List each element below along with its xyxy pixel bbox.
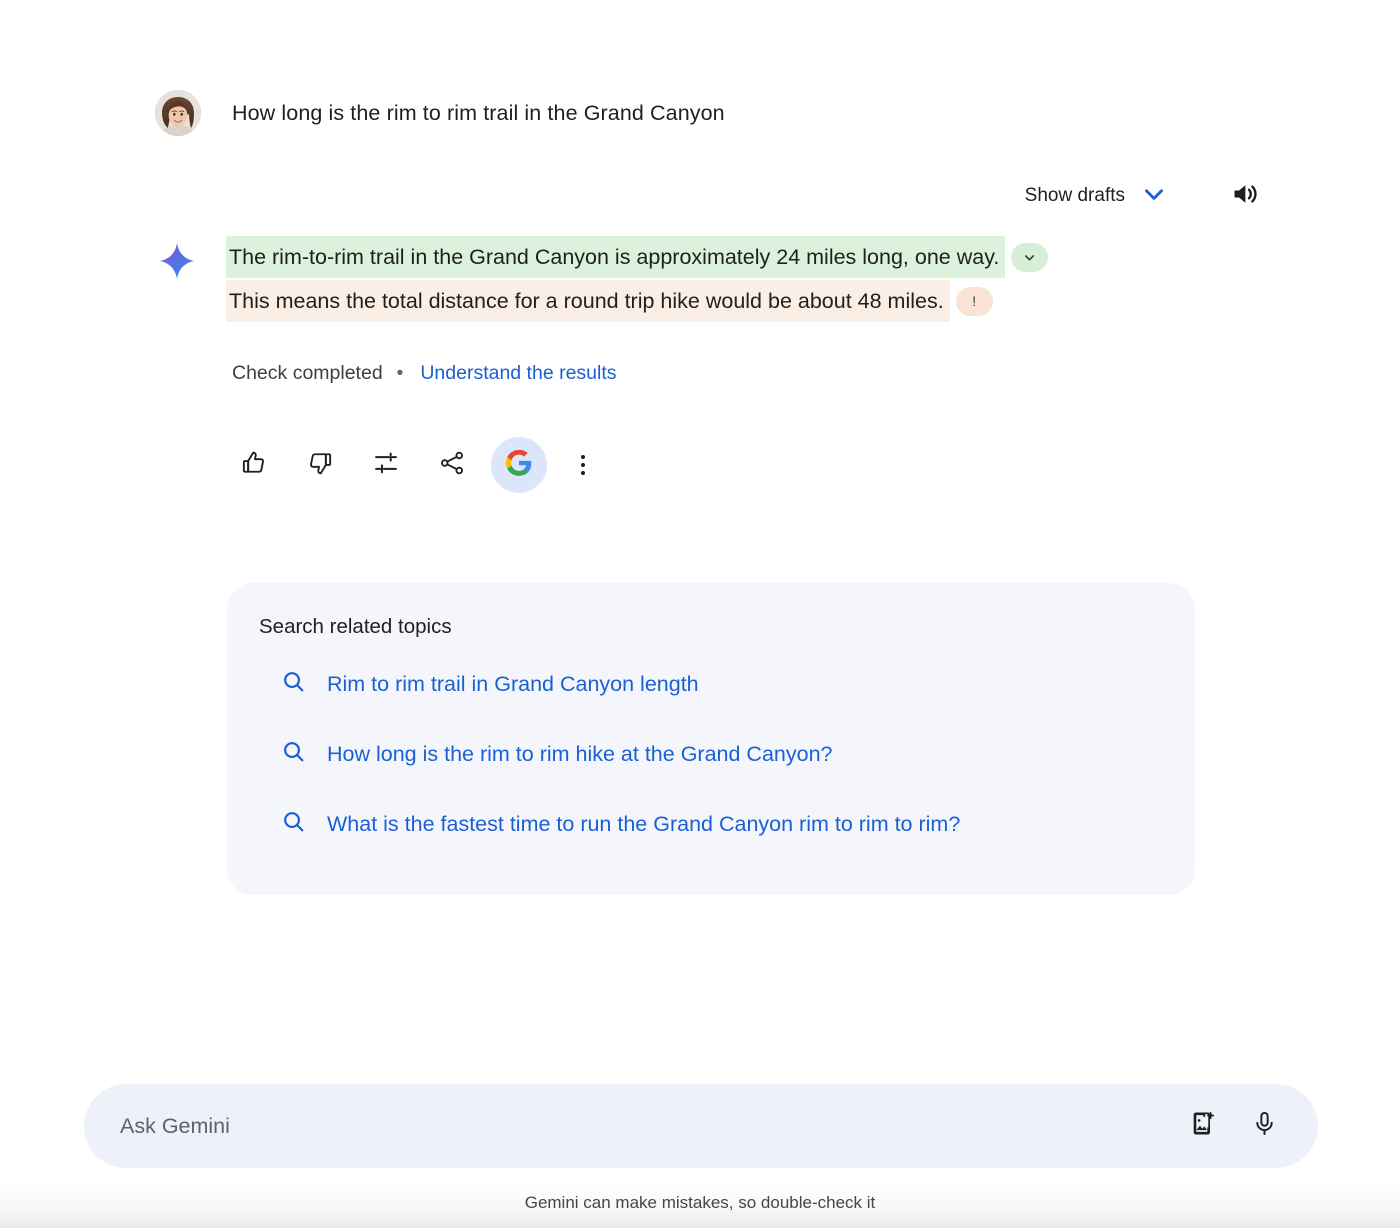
search-icon <box>281 739 306 769</box>
add-image-icon <box>1189 1110 1216 1142</box>
thumb-down-button[interactable] <box>294 439 346 491</box>
show-drafts-button[interactable]: Show drafts <box>1019 177 1173 216</box>
disclaimer-text: Gemini can make mistakes, so double-chec… <box>524 1193 876 1212</box>
model-response: The rim-to-rim trail in the Grand Canyon… <box>158 236 1258 324</box>
fact-check-status: Check completed • Understand the results <box>232 362 617 385</box>
user-message: How long is the rim to rim trail in the … <box>155 90 725 136</box>
separator-dot: • <box>396 363 404 384</box>
microphone-icon <box>1251 1110 1278 1142</box>
response-header-controls: Show drafts <box>1019 176 1265 216</box>
tune-icon <box>372 449 400 482</box>
search-icon <box>281 669 306 699</box>
thumb-up-button[interactable] <box>228 439 280 491</box>
response-body: The rim-to-rim trail in the Grand Canyon… <box>226 236 1258 324</box>
related-topics-title: Search related topics <box>259 615 452 638</box>
chevron-down-icon <box>1141 181 1167 212</box>
thumb-down-icon <box>306 449 334 482</box>
claim-row: The rim-to-rim trail in the Grand Canyon… <box>226 236 1258 278</box>
gemini-chat-page: How long is the rim to rim trail in the … <box>0 0 1400 1228</box>
claim-text: This means the total distance for a roun… <box>226 280 950 322</box>
thumb-up-icon <box>240 449 268 482</box>
more-options-button[interactable] <box>557 439 609 491</box>
exclamation-glyph: ! <box>972 293 977 309</box>
claim-source-chevron-icon[interactable] <box>1011 242 1049 272</box>
gemini-sparkle-icon <box>158 242 196 285</box>
composer[interactable] <box>84 1084 1318 1168</box>
microphone-button[interactable] <box>1240 1102 1288 1150</box>
claim-warning-icon[interactable]: ! <box>955 286 993 316</box>
share-button[interactable] <box>426 439 478 491</box>
user-prompt-text: How long is the rim to rim trail in the … <box>232 100 725 125</box>
related-topics-card: Search related topics Rim to rim trail i… <box>227 583 1195 895</box>
check-status-label: Check completed <box>232 362 383 384</box>
search-icon <box>281 809 306 839</box>
related-topic-label: How long is the rim to rim hike at the G… <box>327 741 833 766</box>
more-vert-icon <box>581 455 585 475</box>
modify-response-button[interactable] <box>360 439 412 491</box>
add-image-button[interactable] <box>1178 1102 1226 1150</box>
related-topic-item[interactable]: What is the fastest time to run the Gran… <box>259 789 1161 859</box>
volume-up-icon <box>1230 179 1260 214</box>
show-drafts-label: Show drafts <box>1024 185 1125 206</box>
read-aloud-button[interactable] <box>1225 176 1265 216</box>
search-input[interactable] <box>120 1084 1178 1168</box>
share-icon <box>438 449 466 482</box>
avatar[interactable] <box>155 90 201 136</box>
response-actions <box>228 437 609 493</box>
understand-results-link[interactable]: Understand the results <box>420 362 616 385</box>
related-topic-item[interactable]: Rim to rim trail in Grand Canyon length <box>259 649 1161 719</box>
related-topic-label: What is the fastest time to run the Gran… <box>327 811 961 836</box>
related-topic-item[interactable]: How long is the rim to rim hike at the G… <box>259 719 1161 789</box>
google-g-icon <box>505 449 533 482</box>
claim-row: This means the total distance for a roun… <box>226 280 1258 322</box>
google-it-button[interactable] <box>491 437 547 493</box>
avatar-photo-icon <box>155 90 201 136</box>
claim-text: The rim-to-rim trail in the Grand Canyon… <box>226 236 1006 278</box>
related-topic-label: Rim to rim trail in Grand Canyon length <box>327 671 699 696</box>
